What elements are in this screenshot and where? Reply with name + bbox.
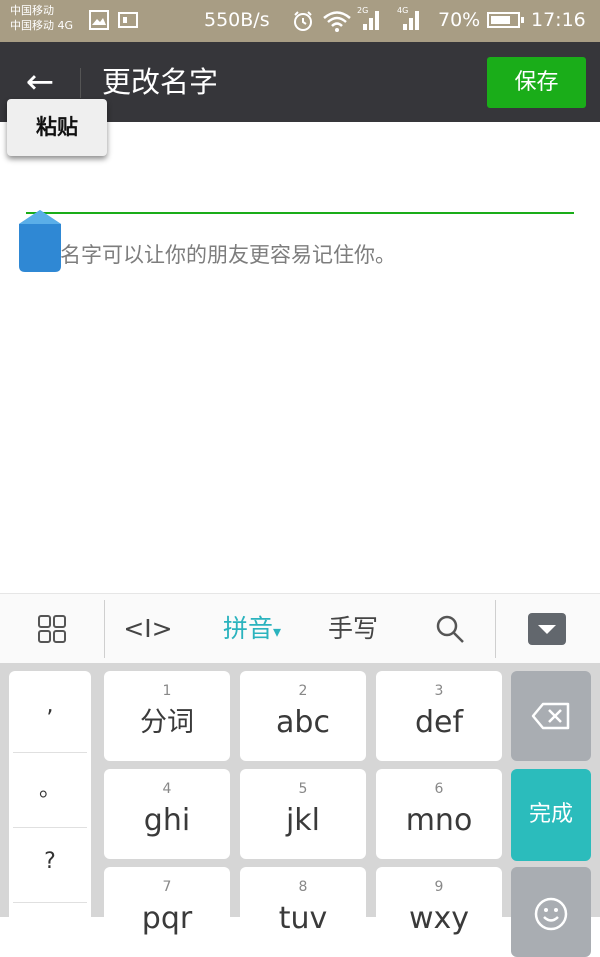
signal-4g-icon: 4G [397,6,419,30]
carrier-2: 中国移动 4G [10,19,74,32]
key-number: 5 [298,781,308,797]
key-9[interactable]: 9 wxy [376,867,502,957]
key-number: 8 [298,879,308,895]
handwriting-mode-tab[interactable]: 手写 [318,594,388,664]
name-input-underline[interactable] [26,212,574,214]
pinyin-mode-tab[interactable]: 拼音▾ [212,594,292,664]
net-2g-label: 2G [357,6,369,15]
key-2[interactable]: 2 abc [240,671,366,761]
alarm-icon [291,9,315,37]
key-1[interactable]: 1 分词 [104,671,230,761]
network-speed: 550B/s [204,9,270,31]
key-7[interactable]: 7 pqr [104,867,230,957]
punct-divider [13,827,87,828]
name-hint-text: 名字可以让你的朋友更容易记住你。 [60,243,396,267]
key-label: ghi [143,803,191,838]
keyboard-toolbar: <I> 拼音▾ 手写 [0,593,600,664]
key-number: 6 [434,781,444,797]
carrier-info: 中国移动 中国移动 4G [10,3,73,33]
wifi-icon [322,9,352,37]
key-8[interactable]: 8 tuv [240,867,366,957]
back-arrow-icon[interactable]: ← [18,62,62,102]
punct-period-key[interactable]: 。 [9,771,91,803]
pinyin-label: 拼音 [222,614,273,643]
image-notification-icon [89,10,109,30]
pinyin-dropdown-icon: ▾ [272,622,282,641]
key-number: 3 [434,683,444,699]
key-label: pqr [141,901,193,936]
key-4[interactable]: 4 ghi [104,769,230,859]
backspace-icon [531,702,570,730]
text-cursor-handle[interactable] [18,210,62,274]
punct-question-key[interactable]: ? [9,849,91,874]
battery-icon [487,12,524,28]
key-3[interactable]: 3 def [376,671,502,761]
key-6[interactable]: 6 mno [376,769,502,859]
key-label: def [414,705,464,740]
done-label: 完成 [528,802,573,827]
search-icon[interactable] [420,594,480,664]
emoji-key[interactable] [511,867,591,957]
toolbar-divider [495,600,496,658]
net-4g-label: 4G [397,6,409,15]
status-bar: 中国移动 中国移动 4G 550B/s 2G 4G 70% 17:16 [0,0,600,42]
key-number: 4 [162,781,172,797]
signal-2g-icon: 2G [357,6,379,30]
key-label: tuv [278,901,328,936]
key-number: 9 [434,879,444,895]
paste-menu-item[interactable]: 粘贴 [7,99,107,156]
backspace-key[interactable] [511,671,591,761]
key-label: 分词 [140,707,194,738]
punct-divider [13,752,87,753]
carrier-1: 中国移动 [10,4,54,17]
key-label: mno [405,803,473,838]
key-label: wxy [408,901,470,936]
done-button[interactable]: 完成 [511,769,591,861]
punct-divider [13,902,87,903]
hide-keyboard-icon[interactable] [521,594,573,664]
battery-percent: 70% [438,9,481,31]
emoji-icon [534,897,568,931]
sim-card-icon [118,12,138,28]
key-label: abc [276,705,330,740]
key-number: 7 [162,879,172,895]
title-divider [80,68,81,98]
key-number: 2 [298,683,308,699]
toolbar-divider [104,600,105,658]
punct-comma-key[interactable]: , [9,693,91,718]
keyboard: , 。 ? 1 分词 2 abc 3 def 4 ghi 5 jkl 6 mno… [0,663,600,957]
clock: 17:16 [531,9,586,31]
grid-menu-icon[interactable] [22,594,82,664]
key-5[interactable]: 5 jkl [240,769,366,859]
punctuation-column[interactable]: , 。 ? [9,671,91,931]
page-title: 更改名字 [102,65,219,99]
cursor-move-icon[interactable]: <I> [118,594,178,664]
key-number: 1 [162,683,172,699]
key-label: jkl [285,803,321,838]
save-button[interactable]: 保存 [487,57,586,108]
